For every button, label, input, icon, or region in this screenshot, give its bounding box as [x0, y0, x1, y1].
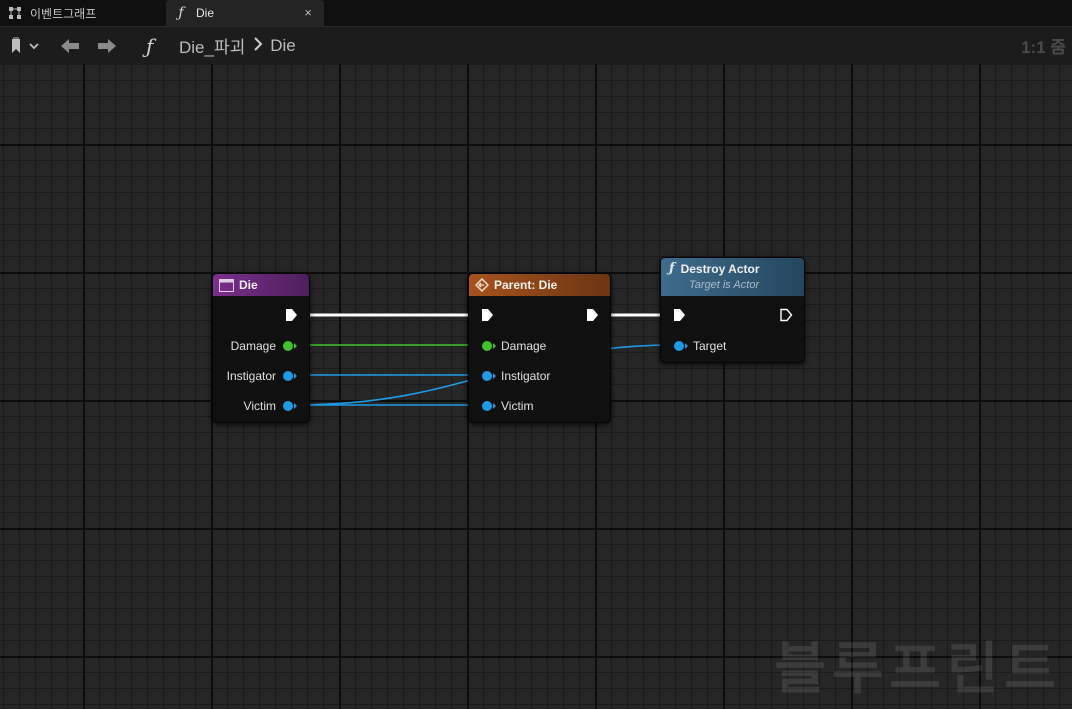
breadcrumb-current: Die [270, 35, 296, 55]
blueprint-graph-canvas[interactable]: Die Damage Instigator Victim Parent: Die [0, 64, 1072, 709]
tab-die-function[interactable]: ƒ Die × [166, 0, 324, 26]
node-subtitle: Target is Actor [689, 279, 760, 291]
graph-watermark: 블루프린트 [774, 637, 1062, 702]
destroy-actor-node[interactable]: ƒ Destroy Actor Target is Actor Target [660, 257, 805, 363]
instigator-in-pin[interactable] [481, 369, 497, 383]
exec-out-pin[interactable] [284, 308, 298, 322]
damage-in-pin[interactable] [481, 339, 497, 353]
tab-label: Die [196, 6, 215, 20]
victim-out-pin[interactable] [282, 399, 298, 413]
function-icon: ƒ [146, 33, 154, 58]
function-icon: ƒ [669, 261, 675, 276]
tab-label: 이벤트그래프 [30, 6, 97, 21]
target-in-pin[interactable] [673, 339, 689, 353]
pin-label-damage: Damage [501, 339, 547, 353]
bookmark-icon [12, 37, 39, 53]
exec-in-pin[interactable] [480, 308, 494, 322]
function-entry-icon [219, 278, 234, 292]
exec-out-pin[interactable] [585, 308, 599, 322]
forward-arrow-icon [98, 38, 116, 53]
pin-label-instigator: Instigator [226, 369, 276, 383]
die-entry-node[interactable]: Die Damage Instigator Victim [212, 273, 310, 423]
exec-in-pin[interactable] [672, 308, 686, 322]
back-arrow-icon [61, 38, 79, 53]
exec-out-pin[interactable] [779, 308, 793, 322]
function-icon: ƒ [178, 5, 184, 21]
pin-label-victim: Victim [501, 399, 534, 413]
breadcrumb: Die_파괴 Die [179, 27, 296, 64]
node-header: Die [213, 274, 309, 296]
pin-label-instigator: Instigator [501, 369, 551, 383]
victim-in-pin[interactable] [481, 399, 497, 413]
node-title: Destroy Actor [680, 261, 760, 276]
forward-button[interactable] [96, 27, 118, 64]
graph-toolbar: ƒ Die_파괴 Die 1:1 줌 [0, 26, 1072, 64]
event-graph-icon [8, 6, 22, 20]
node-title: Die [239, 278, 258, 292]
pin-label-damage: Damage [230, 339, 276, 353]
breadcrumb-separator-icon [253, 36, 263, 56]
node-title: Parent: Die [494, 278, 558, 292]
back-button[interactable] [59, 27, 81, 64]
close-tab-icon[interactable]: × [304, 5, 312, 20]
zoom-level: 1:1 줌 [1021, 38, 1066, 57]
instigator-out-pin[interactable] [282, 369, 298, 383]
tab-bar: 이벤트그래프 ƒ Die × [0, 0, 1072, 26]
breadcrumb-parent[interactable]: Die_파괴 [179, 33, 245, 58]
node-header: Parent: Die [469, 274, 610, 296]
parent-die-node[interactable]: Parent: Die Damage Instigator Victim [468, 273, 611, 423]
tab-event-graph[interactable]: 이벤트그래프 [0, 0, 160, 26]
parent-call-icon [475, 278, 489, 292]
node-header: ƒ Destroy Actor Target is Actor [661, 258, 804, 296]
pin-label-target: Target [693, 339, 727, 353]
bookmark-button[interactable] [10, 27, 40, 64]
damage-out-pin[interactable] [282, 339, 298, 353]
pin-label-victim: Victim [243, 399, 276, 413]
